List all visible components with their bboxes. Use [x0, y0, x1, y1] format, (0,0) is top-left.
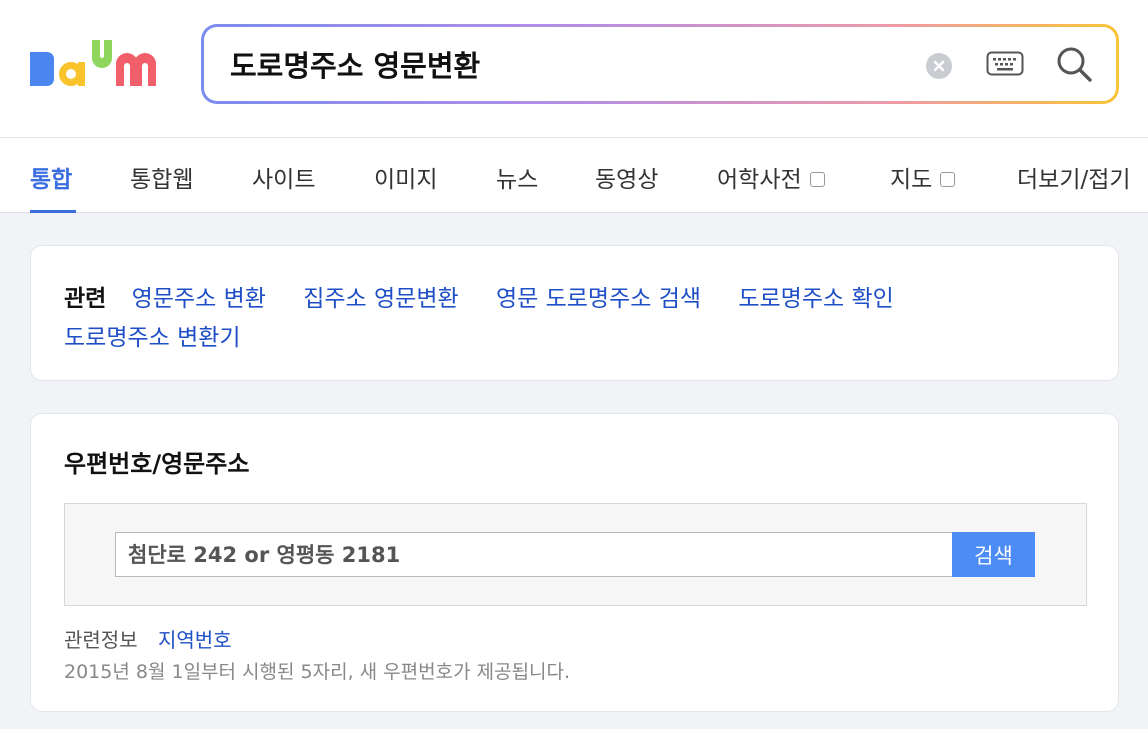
zipcode-card: 우편번호/영문주소 검색 관련정보 지역번호 2015년 8월 1일부터 시행된…: [30, 413, 1119, 712]
related-link[interactable]: 영문주소 변환: [132, 286, 266, 312]
keyboard-icon[interactable]: [986, 51, 1024, 79]
tab-integrated[interactable]: 통합: [30, 160, 72, 194]
search-input[interactable]: [230, 27, 910, 101]
tab-label: 뉴스: [496, 167, 539, 193]
tab-video[interactable]: 동영상: [595, 160, 658, 194]
tab-image[interactable]: 이미지: [374, 160, 437, 194]
zipcode-search-input[interactable]: [115, 532, 953, 577]
related-link[interactable]: 도로명주소 변환기: [64, 325, 241, 351]
zipcode-search-button[interactable]: 검색: [952, 532, 1035, 577]
search-icon[interactable]: [1054, 44, 1094, 84]
header: [0, 0, 1148, 137]
zipcode-notice: 2015년 8월 1일부터 시행된 5자리, 새 우편번호가 제공됩니다.: [64, 661, 571, 683]
related-title: 관련: [64, 286, 107, 312]
tab-map[interactable]: 지도: [890, 160, 956, 194]
tab-label: 이미지: [374, 167, 438, 193]
daum-logo[interactable]: [30, 36, 170, 92]
search-box-inner: [204, 27, 1116, 101]
tab-label: 더보기/접기: [1017, 167, 1131, 193]
active-tab-indicator: [30, 210, 76, 213]
related-row: 관련 영문주소 변환 집주소 영문변환 영문 도로명주소 검색 도로명주소 확인: [64, 279, 924, 313]
clear-icon[interactable]: [926, 53, 952, 79]
related-link[interactable]: 집주소 영문변환: [303, 286, 458, 312]
tab-label: 사이트: [252, 167, 316, 193]
tab-label: 동영상: [595, 167, 659, 193]
related-link[interactable]: 도로명주소 확인: [738, 286, 893, 312]
tab-dictionary[interactable]: 어학사전: [717, 160, 825, 194]
zipcode-search-box: 검색: [64, 503, 1087, 606]
tab-label: 어학사전: [717, 167, 802, 193]
related-info-label: 관련정보: [64, 628, 138, 652]
related-searches-card: 관련 영문주소 변환 집주소 영문변환 영문 도로명주소 검색 도로명주소 확인…: [30, 245, 1119, 381]
tab-more[interactable]: 더보기/접기: [1017, 160, 1131, 194]
area-code-link[interactable]: 지역번호: [158, 628, 232, 652]
tab-label: 통합: [30, 167, 73, 193]
related-info: 관련정보 지역번호: [64, 624, 232, 653]
search-tabs: 통합 통합웹 사이트 이미지 뉴스 동영상 어학사전 지도 더보기/접기: [0, 137, 1148, 213]
tab-label: 지도: [890, 167, 933, 193]
external-window-icon: [809, 171, 825, 187]
tab-web[interactable]: 통합웹: [130, 160, 193, 194]
external-window-icon: [940, 171, 956, 187]
tab-site[interactable]: 사이트: [252, 160, 315, 194]
related-row: 도로명주소 변환기: [64, 318, 271, 352]
tab-label: 통합웹: [130, 167, 194, 193]
search-box: [201, 24, 1119, 104]
zipcode-title: 우편번호/영문주소: [64, 450, 250, 478]
tab-news[interactable]: 뉴스: [496, 160, 538, 194]
related-link[interactable]: 영문 도로명주소 검색: [496, 286, 701, 312]
